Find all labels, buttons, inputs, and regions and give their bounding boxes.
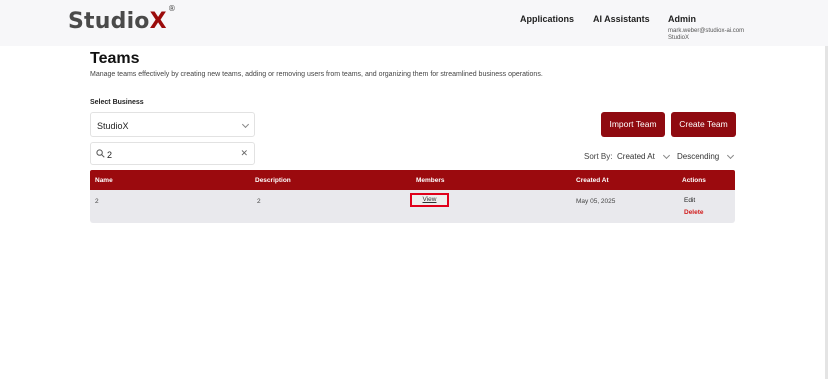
nav-ai-assistants[interactable]: AI Assistants <box>593 14 650 24</box>
import-team-button[interactable]: Import Team <box>601 112 665 137</box>
sort-direction-value: Descending <box>677 152 720 161</box>
column-header-created-at: Created At <box>576 177 609 184</box>
chevron-down-icon <box>241 120 250 129</box>
column-header-actions: Actions <box>682 177 706 184</box>
view-members-link[interactable]: View <box>410 193 449 207</box>
delete-button[interactable]: Delete <box>684 209 704 216</box>
column-header-name: Name <box>95 177 113 184</box>
table-row: 2 2 View May 05, 2025 <box>90 190 735 223</box>
column-header-description: Description <box>255 177 291 184</box>
select-business-label: Select Business <box>90 99 144 106</box>
teams-table: Name Description Members Created At Acti… <box>90 170 735 223</box>
edit-button[interactable]: Edit <box>684 197 695 204</box>
table-header: Name Description Members Created At Acti… <box>90 170 735 190</box>
user-name: Admin <box>668 14 696 24</box>
registered-mark: ® <box>167 3 177 13</box>
clear-search-icon[interactable]: ✕ <box>240 148 248 159</box>
column-header-members: Members <box>416 177 445 184</box>
sort-field-value: Created At <box>617 152 655 161</box>
logo-x: X <box>149 9 167 34</box>
search-icon <box>96 149 105 158</box>
page-title: Teams <box>90 50 140 67</box>
cell-name: 2 <box>95 198 99 205</box>
page-description: Manage teams effectively by creating new… <box>90 71 543 78</box>
logo-text: Studio <box>68 9 150 34</box>
business-select-value: StudioX <box>97 121 129 131</box>
create-team-button[interactable]: Create Team <box>671 112 736 137</box>
studiox-logo[interactable]: StudioX® <box>68 4 176 34</box>
search-value: 2 <box>107 150 113 160</box>
sort-by-label: Sort By: <box>584 152 613 161</box>
chevron-down-icon <box>726 151 735 160</box>
user-menu[interactable]: Admin mark.weber@studiox-ai.com StudioX <box>668 14 744 41</box>
chevron-down-icon <box>662 151 671 160</box>
sort-direction-select[interactable]: Descending <box>677 151 735 161</box>
user-org: StudioX <box>668 35 690 41</box>
user-email: mark.weber@studiox-ai.com <box>668 28 745 34</box>
top-navbar: StudioX® Applications AI Assistants Admi… <box>0 0 828 46</box>
nav-applications[interactable]: Applications <box>520 14 574 24</box>
cell-created-at: May 05, 2025 <box>576 198 616 205</box>
sort-field-select[interactable]: Created At <box>617 151 671 161</box>
cell-description: 2 <box>257 198 261 205</box>
business-select[interactable]: StudioX <box>90 112 255 137</box>
search-input[interactable]: 2 ✕ <box>90 142 255 165</box>
